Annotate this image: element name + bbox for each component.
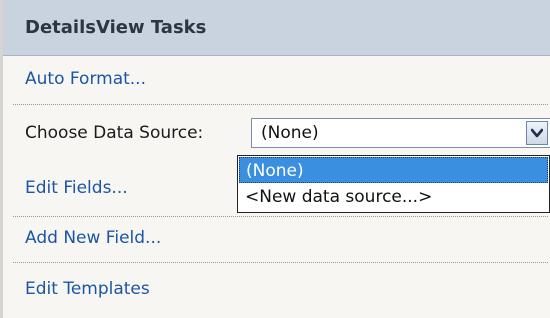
edit-fields-link[interactable]: Edit Fields... — [25, 178, 128, 198]
edit-templates-link[interactable]: Edit Templates — [25, 279, 150, 299]
data-source-select[interactable]: (None) — [251, 118, 550, 148]
dropdown-option-none[interactable]: (None) — [239, 157, 548, 183]
divider — [13, 104, 548, 105]
data-source-selected-value: (None) — [261, 123, 319, 143]
smart-tag-panel: DetailsView Tasks Auto Format... Choose … — [0, 0, 550, 318]
dropdown-option-new-data-source[interactable]: <New data source...> — [239, 184, 548, 210]
panel-header: DetailsView Tasks — [3, 0, 550, 56]
data-source-dropdown-list: (None) <New data source...> — [237, 155, 550, 213]
choose-data-source-label: Choose Data Source: — [25, 123, 204, 143]
dropdown-arrow-button[interactable] — [526, 121, 548, 145]
divider — [13, 216, 548, 217]
auto-format-link[interactable]: Auto Format... — [25, 69, 146, 89]
dropdown-option-label: (None) — [246, 161, 304, 181]
add-new-field-link[interactable]: Add New Field... — [25, 228, 161, 248]
panel-title: DetailsView Tasks — [25, 17, 207, 38]
divider — [13, 262, 548, 263]
chevron-down-icon — [531, 128, 543, 138]
dropdown-option-label: <New data source...> — [245, 187, 433, 207]
